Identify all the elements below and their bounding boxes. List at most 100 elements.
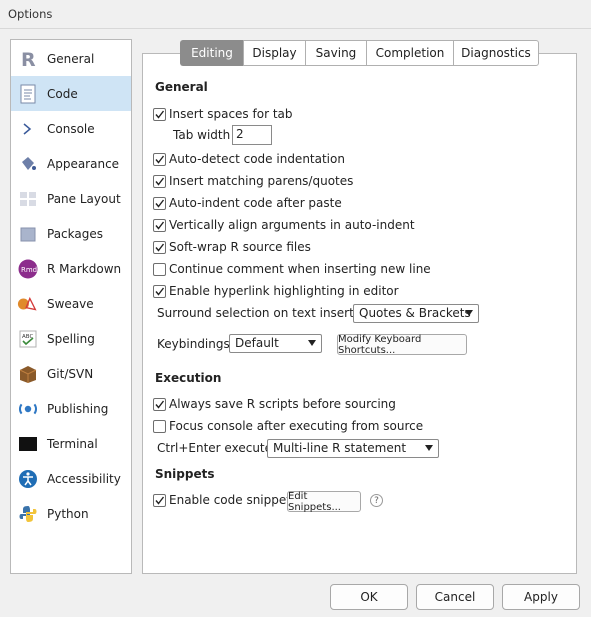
ok-button[interactable]: OK [330,584,408,610]
checkbox-label: Insert matching parens/quotes [169,174,354,188]
sidebar-item-label: Sweave [47,297,94,311]
git-box-icon [17,363,39,385]
sidebar-item-publishing[interactable]: Publishing [11,391,131,426]
sidebar-item-general[interactable]: R General [11,41,131,76]
sidebar-item-label: Terminal [47,437,98,451]
checkbox-checked[interactable] [153,284,166,298]
title-bar: Options [0,0,591,29]
sidebar-item-label: Git/SVN [47,367,94,381]
edit-snippets-button[interactable]: Edit Snippets... [287,491,361,513]
focus-console-checkbox[interactable]: Focus console after executing from sourc… [153,419,423,433]
insert-spaces-checkbox[interactable]: Insert spaces for tab [153,107,293,121]
surround-select-value: Quotes & Brackets [359,306,471,320]
soft-wrap-checkbox[interactable]: Soft-wrap R source files [153,240,311,254]
checkbox-label: Auto-detect code indentation [169,152,345,166]
sidebar-item-python[interactable]: Python [11,496,131,531]
accessibility-icon [17,468,39,490]
ctrl-enter-label: Ctrl+Enter executes: [157,441,283,455]
checkbox-label: Soft-wrap R source files [169,240,311,254]
tab-width-input[interactable]: 2 [232,125,272,145]
hyperlink-checkbox[interactable]: Enable hyperlink highlighting in editor [153,284,399,298]
modify-keyboard-shortcuts-button[interactable]: Modify Keyboard Shortcuts... [337,334,467,356]
sidebar-item-pane-layout[interactable]: Pane Layout [11,181,131,216]
paint-bucket-icon [17,153,39,175]
checkbox-label: Always save R scripts before sourcing [169,397,396,411]
ctrl-enter-select[interactable]: Multi-line R statement [267,439,439,458]
tab-width-label: Tab width [173,128,231,142]
sidebar-item-label: Console [47,122,95,136]
auto-indent-checkbox[interactable]: Auto-indent code after paste [153,196,342,210]
sidebar-item-label: Pane Layout [47,192,121,206]
apply-button[interactable]: Apply [502,584,580,610]
terminal-icon [17,433,39,455]
tab-completion[interactable]: Completion [366,40,453,66]
tab-editing[interactable]: Editing [180,40,243,66]
checkbox-unchecked[interactable] [153,419,166,433]
matching-parens-checkbox[interactable]: Insert matching parens/quotes [153,174,353,188]
sidebar-item-label: Code [47,87,78,101]
surround-label: Surround selection on text insertion: [157,306,377,320]
sidebar-item-terminal[interactable]: Terminal [11,426,131,461]
keybindings-label: Keybindings: [157,337,234,351]
checkbox-checked[interactable] [153,174,166,188]
tab-display[interactable]: Display [243,40,305,66]
options-tabs: Editing Display Saving Completion Diagno… [180,40,539,66]
sidebar-item-label: General [47,52,95,66]
checkbox-label: Vertically align arguments in auto-inden… [169,218,415,232]
checkbox-checked[interactable] [153,493,166,507]
sidebar-item-git-svn[interactable]: Git/SVN [11,356,131,391]
sidebar-item-appearance[interactable]: Appearance [11,146,131,181]
enable-snippets-checkbox[interactable]: Enable code snippets [153,493,297,507]
python-icon [17,503,39,525]
vertical-align-checkbox[interactable]: Vertically align arguments in auto-inden… [153,218,415,232]
sidebar-item-label: R Markdown [47,262,122,276]
sidebar-item-label: Appearance [47,157,120,171]
auto-detect-checkbox[interactable]: Auto-detect code indentation [153,152,345,166]
surround-select[interactable]: Quotes & Brackets [353,304,479,323]
keybindings-select-value: Default [235,336,279,350]
sidebar-item-code[interactable]: Code [11,76,131,111]
checkbox-checked[interactable] [153,107,166,121]
svg-text:Rmd: Rmd [21,266,37,274]
checkbox-label: Continue comment when inserting new line [169,262,431,276]
checkbox-label: Auto-indent code after paste [169,196,342,210]
publishing-icon [17,398,39,420]
tab-diagnostics[interactable]: Diagnostics [453,40,539,66]
checkbox-label: Focus console after executing from sourc… [169,419,424,433]
options-sidebar: R General Code Console Appearance Pane L… [10,39,132,574]
checkbox-checked[interactable] [153,196,166,210]
cancel-button[interactable]: Cancel [416,584,494,610]
chevron-down-icon [308,340,316,346]
checkbox-checked[interactable] [153,218,166,232]
sweave-pdf-icon [17,293,39,315]
checkbox-checked[interactable] [153,397,166,411]
svg-text:R: R [21,49,36,69]
sidebar-item-label: Packages [47,227,103,241]
tab-saving[interactable]: Saving [305,40,366,66]
console-prompt-icon [17,118,39,140]
packages-box-icon [17,223,39,245]
sidebar-item-console[interactable]: Console [11,111,131,146]
sidebar-item-accessibility[interactable]: Accessibility [11,461,131,496]
sidebar-item-label: Publishing [47,402,109,416]
ctrl-enter-select-value: Multi-line R statement [273,441,407,455]
help-icon[interactable]: ? [370,494,383,507]
sidebar-item-spelling[interactable]: ABC Spelling [11,321,131,356]
always-save-checkbox[interactable]: Always save R scripts before sourcing [153,397,396,411]
rmarkdown-icon: Rmd [17,258,39,280]
chevron-down-icon [425,445,433,451]
snippets-heading: Snippets [155,467,215,481]
sidebar-item-packages[interactable]: Packages [11,216,131,251]
checkbox-unchecked[interactable] [153,262,166,276]
checkbox-checked[interactable] [153,152,166,166]
execution-heading: Execution [155,371,222,385]
checkbox-label: Enable hyperlink highlighting in editor [169,284,399,298]
checkbox-label: Insert spaces for tab [169,107,293,121]
checkbox-checked[interactable] [153,240,166,254]
sidebar-item-sweave[interactable]: Sweave [11,286,131,321]
sidebar-item-r-markdown[interactable]: Rmd R Markdown [11,251,131,286]
continue-comment-checkbox[interactable]: Continue comment when inserting new line [153,262,431,276]
keybindings-select[interactable]: Default [229,334,322,353]
spelling-check-icon: ABC [17,328,39,350]
general-heading: General [155,80,208,94]
